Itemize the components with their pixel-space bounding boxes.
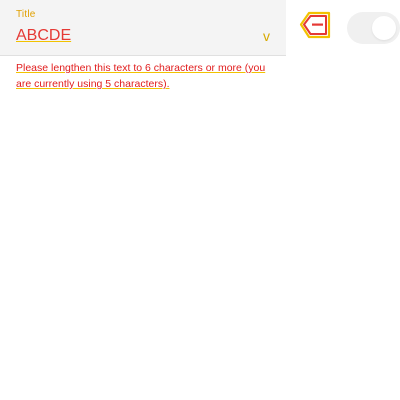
chevron-down-icon[interactable]: v [263, 26, 270, 46]
clear-button[interactable] [292, 8, 332, 42]
toggle-switch[interactable] [347, 12, 400, 44]
backspace-icon [299, 11, 331, 39]
error-helper-text: Please lengthen this text to 6 character… [16, 62, 266, 90]
toggle-knob [372, 16, 396, 40]
screen: Title ABCDE v Please lengthen this text … [0, 0, 400, 400]
title-input[interactable]: ABCDE [16, 26, 71, 46]
title-label: Title [16, 9, 36, 20]
title-text-field[interactable]: Title ABCDE v [0, 0, 286, 56]
